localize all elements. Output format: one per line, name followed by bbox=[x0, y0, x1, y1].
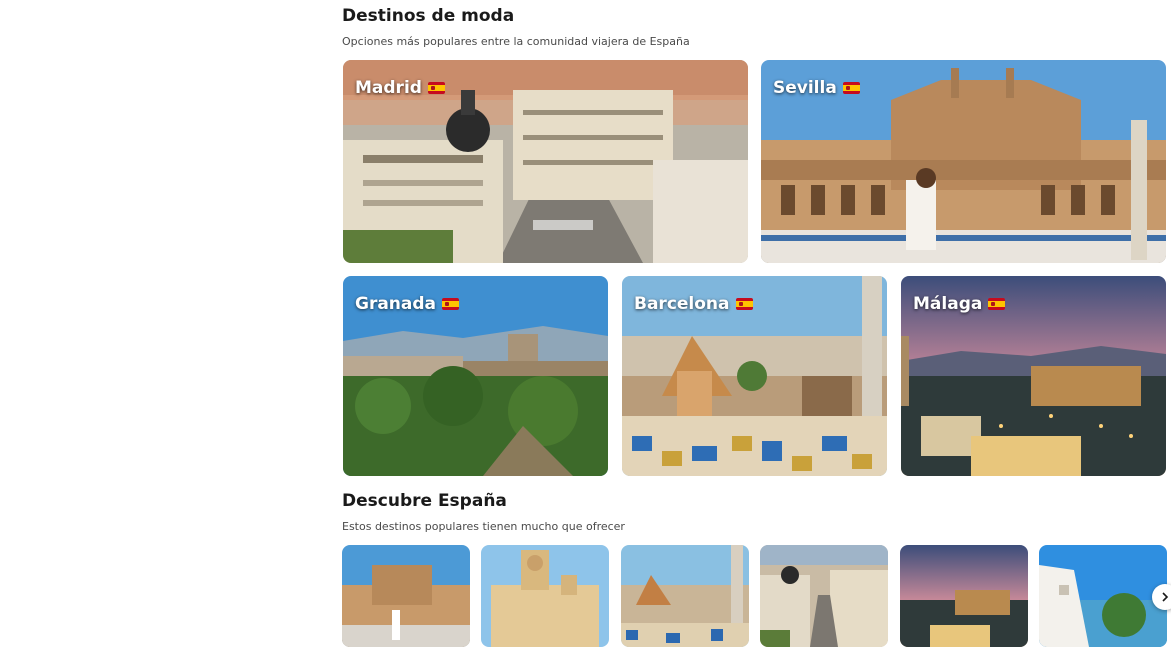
section-title: Descubre España bbox=[342, 491, 507, 511]
ayuntamiento-image bbox=[481, 545, 609, 647]
spain-flag-icon bbox=[442, 298, 460, 310]
discover-thumbnail-coast[interactable] bbox=[1039, 545, 1167, 647]
destination-card-barcelona[interactable]: Barcelona bbox=[622, 276, 887, 476]
gran-via-image bbox=[760, 545, 888, 647]
destination-card-granada[interactable]: Granada bbox=[343, 276, 608, 476]
chevron-right-icon bbox=[1162, 592, 1169, 602]
trending-section: Destinos de moda Opciones más populares … bbox=[342, 5, 690, 49]
plaza-image bbox=[342, 545, 470, 647]
spain-flag-icon bbox=[988, 298, 1006, 310]
coast-image bbox=[1039, 545, 1167, 647]
discover-thumbnail-ayuntamiento[interactable] bbox=[481, 545, 609, 647]
spain-flag-icon bbox=[735, 298, 753, 310]
destination-card-madrid[interactable]: Madrid bbox=[343, 60, 748, 263]
card-label: Barcelona bbox=[634, 294, 753, 314]
destination-card-malaga[interactable]: Málaga bbox=[901, 276, 1166, 476]
section-subtitle: Estos destinos populares tienen mucho qu… bbox=[342, 520, 625, 533]
discover-thumbnail-gran-via[interactable] bbox=[760, 545, 888, 647]
card-label: Málaga bbox=[913, 294, 1006, 314]
card-title: Madrid bbox=[355, 78, 422, 98]
discover-thumbnail-park-guell[interactable] bbox=[621, 545, 749, 647]
card-title: Málaga bbox=[913, 294, 983, 314]
card-label: Granada bbox=[355, 294, 460, 314]
spain-flag-icon bbox=[842, 82, 860, 94]
card-label: Sevilla bbox=[773, 78, 860, 98]
discover-thumbnail-plaza[interactable] bbox=[342, 545, 470, 647]
park-guell-image bbox=[621, 545, 749, 647]
card-title: Granada bbox=[355, 294, 437, 314]
section-title: Destinos de moda bbox=[342, 6, 515, 26]
card-title: Barcelona bbox=[634, 294, 730, 314]
card-title: Sevilla bbox=[773, 78, 837, 98]
carousel-next-button[interactable] bbox=[1152, 584, 1171, 610]
discover-section: Descubre España Estos destinos populares… bbox=[342, 490, 625, 534]
destination-card-sevilla[interactable]: Sevilla bbox=[761, 60, 1166, 263]
discover-thumbnail-malaga-dusk[interactable] bbox=[900, 545, 1028, 647]
spain-flag-icon bbox=[427, 82, 445, 94]
section-subtitle: Opciones más populares entre la comunida… bbox=[342, 35, 690, 48]
malaga-dusk-image bbox=[900, 545, 1028, 647]
card-label: Madrid bbox=[355, 78, 445, 98]
